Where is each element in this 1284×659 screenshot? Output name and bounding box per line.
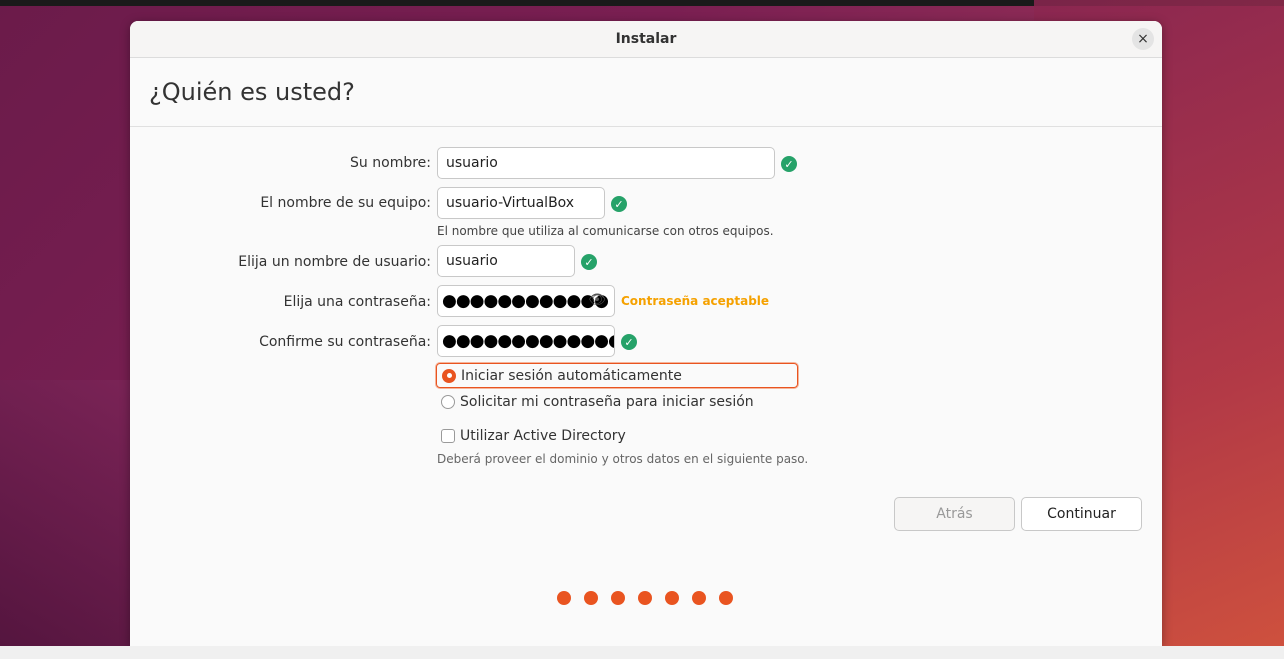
username-input[interactable]: usuario [437, 245, 575, 277]
taskbar-fragment [0, 646, 1284, 659]
auto-login-radio[interactable] [442, 368, 456, 383]
confirm-password-mask: ●●●●●●●●●●●●● [442, 331, 615, 351]
username-label: Elija un nombre de usuario: [238, 254, 431, 270]
computer-name-valid-icon: ✓ [611, 196, 627, 212]
progress-dot [611, 591, 625, 605]
username-valid-icon: ✓ [581, 254, 597, 270]
confirm-password-label: Confirme su contraseña: [259, 334, 431, 350]
computer-name-input[interactable]: usuario-VirtualBox [437, 187, 605, 219]
require-password-label: Solicitar mi contraseña para iniciar ses… [460, 394, 754, 410]
window-title: Instalar [615, 31, 677, 47]
computer-name-value: usuario-VirtualBox [446, 195, 575, 211]
name-input[interactable]: usuario [437, 147, 775, 179]
password-label: Elija una contraseña: [283, 294, 431, 310]
continue-button[interactable]: Continuar [1021, 497, 1142, 531]
close-icon: × [1137, 31, 1149, 47]
progress-dot [692, 591, 706, 605]
computer-name-label: El nombre de su equipo: [260, 195, 431, 211]
active-directory-option[interactable]: Utilizar Active Directory [436, 425, 626, 447]
progress-dot [638, 591, 652, 605]
active-directory-hint: Deberá proveer el dominio y otros datos … [437, 452, 809, 466]
confirm-password-input[interactable]: ●●●●●●●●●●●●● [437, 325, 615, 357]
close-button[interactable]: × [1132, 28, 1154, 50]
installer-window: Instalar × ¿Quién es usted? Su nombre: u… [130, 21, 1162, 646]
show-password-icon[interactable]: 👁 [588, 292, 606, 308]
install-progress [557, 591, 733, 605]
require-password-radio[interactable] [441, 395, 455, 409]
continue-button-label: Continuar [1047, 506, 1116, 522]
name-label: Su nombre: [350, 155, 431, 171]
back-button-label: Atrás [936, 506, 973, 522]
active-directory-checkbox[interactable] [441, 429, 455, 443]
name-valid-icon: ✓ [781, 156, 797, 172]
confirm-valid-icon: ✓ [621, 334, 637, 350]
page-header: ¿Quién es usted? [130, 58, 1162, 127]
username-value: usuario [446, 253, 498, 269]
active-directory-label: Utilizar Active Directory [460, 428, 626, 444]
wallpaper-shape [0, 380, 140, 659]
progress-dot [584, 591, 598, 605]
password-strength: Contraseña aceptable [621, 294, 770, 308]
progress-dot [719, 591, 733, 605]
titlebar: Instalar × [130, 21, 1162, 58]
back-button[interactable]: Atrás [894, 497, 1015, 531]
progress-dot [665, 591, 679, 605]
auto-login-option[interactable]: Iniciar sesión automáticamente [436, 363, 798, 388]
computer-name-hint: El nombre que utiliza al comunicarse con… [437, 224, 774, 238]
progress-dot [557, 591, 571, 605]
name-input-value: usuario [446, 155, 498, 171]
page-title: ¿Quién es usted? [149, 78, 355, 106]
password-input[interactable]: ●●●●●●●●●●●● 👁 [437, 285, 615, 317]
require-password-option[interactable]: Solicitar mi contraseña para iniciar ses… [436, 391, 754, 413]
password-mask: ●●●●●●●●●●●● [442, 291, 609, 311]
auto-login-label: Iniciar sesión automáticamente [461, 367, 682, 384]
